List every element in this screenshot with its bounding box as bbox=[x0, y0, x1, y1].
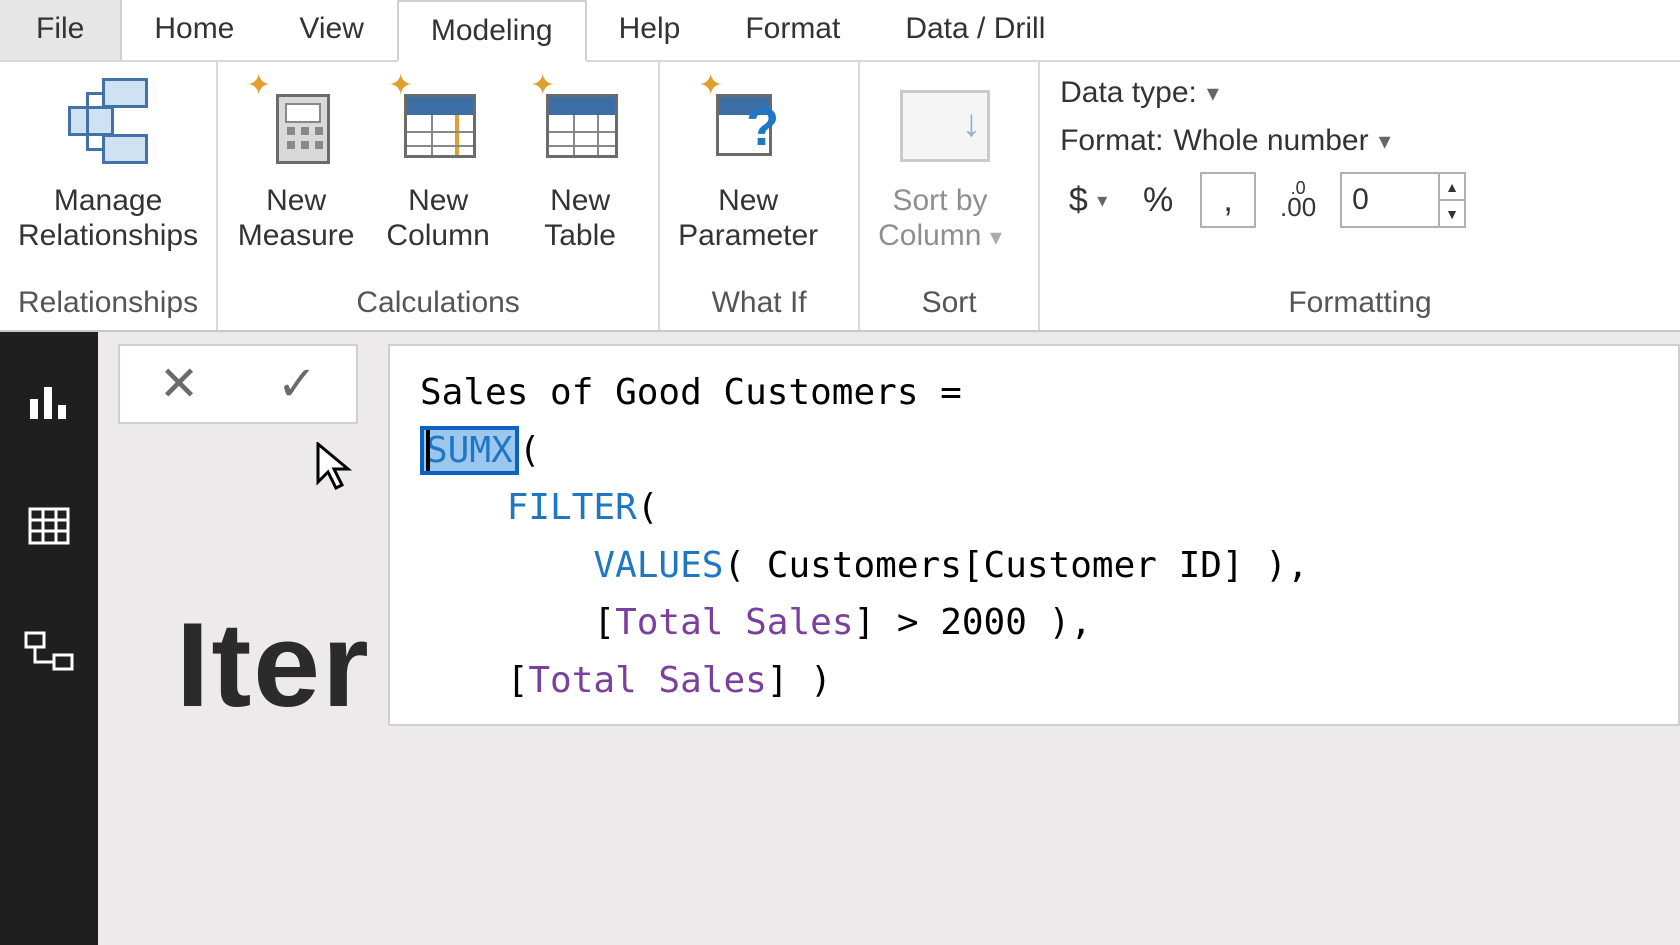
tab-home[interactable]: Home bbox=[122, 0, 267, 60]
new-parameter-button[interactable]: ? New Parameter bbox=[678, 74, 818, 253]
mouse-cursor-icon bbox=[316, 442, 352, 501]
group-formatting-label: Formatting bbox=[1040, 280, 1680, 330]
gt-text: > 2000 ), bbox=[875, 602, 1092, 643]
page-heading-fragment: Iter bbox=[176, 596, 371, 734]
tab-file[interactable]: File bbox=[0, 0, 122, 60]
new-parameter-icon: ? bbox=[698, 74, 798, 170]
decimal-places-input[interactable]: 0 bbox=[1340, 172, 1440, 228]
formula-bar[interactable]: Sales of Good Customers = SUMX( FILTER( … bbox=[388, 344, 1680, 726]
values-arg: Customers[Customer ID] ), bbox=[745, 545, 1309, 586]
formula-bar-buttons: ✕ ✓ bbox=[118, 344, 358, 424]
new-measure-icon bbox=[246, 74, 346, 170]
group-whatif: ? New Parameter What If bbox=[660, 62, 860, 330]
new-column-label: New Column bbox=[386, 184, 489, 253]
group-sort-label: Sort bbox=[860, 280, 1038, 330]
format-label: Format: bbox=[1060, 124, 1163, 158]
chevron-down-icon: ▾ bbox=[990, 224, 1002, 251]
group-whatif-label: What If bbox=[660, 280, 858, 330]
tab-format[interactable]: Format bbox=[713, 0, 873, 60]
data-type-label: Data type: bbox=[1060, 76, 1197, 110]
new-table-label: New Table bbox=[544, 184, 616, 253]
main: ✕ ✓ Sales of Good Customers = SUMX( FILT… bbox=[0, 332, 1680, 945]
new-measure-button[interactable]: New Measure bbox=[236, 74, 356, 253]
group-calculations: New Measure New Column bbox=[218, 62, 660, 330]
sort-icon: ↓ bbox=[890, 74, 990, 170]
percent-button[interactable]: % bbox=[1130, 172, 1186, 228]
decimal-places-spinner[interactable]: ▲▼ bbox=[1440, 172, 1466, 228]
tab-help[interactable]: Help bbox=[587, 0, 714, 60]
left-nav bbox=[0, 332, 98, 945]
group-sort: ↓ Sort by Column ▾ Sort bbox=[860, 62, 1040, 330]
manage-relationships-icon bbox=[58, 74, 158, 170]
cancel-button[interactable]: ✕ bbox=[120, 346, 238, 422]
filter-keyword: FILTER bbox=[507, 487, 637, 528]
tab-data-drill[interactable]: Data / Drill bbox=[873, 0, 1078, 60]
new-parameter-label: New Parameter bbox=[678, 184, 818, 253]
ribbon-tabs: File Home View Modeling Help Format Data… bbox=[0, 0, 1680, 62]
new-table-icon bbox=[530, 74, 630, 170]
measure-ref-2: Total Sales bbox=[528, 660, 766, 701]
group-relationships: Manage Relationships Relationships bbox=[0, 62, 218, 330]
new-column-icon bbox=[388, 74, 488, 170]
data-type-dropdown[interactable]: ▾ bbox=[1207, 79, 1219, 108]
manage-relationships-button[interactable]: Manage Relationships bbox=[18, 74, 198, 253]
group-relationships-label: Relationships bbox=[0, 280, 216, 330]
thousands-separator-button[interactable]: , bbox=[1200, 172, 1256, 228]
close-paren: ) bbox=[788, 660, 831, 701]
values-keyword: VALUES bbox=[593, 545, 723, 586]
new-table-button[interactable]: New Table bbox=[520, 74, 640, 253]
measure-ref-1: Total Sales bbox=[615, 602, 853, 643]
group-calculations-label: Calculations bbox=[218, 280, 658, 330]
format-dropdown[interactable]: ▾ bbox=[1379, 127, 1391, 156]
canvas: ✕ ✓ Sales of Good Customers = SUMX( FILT… bbox=[98, 332, 1680, 945]
measure-name: Sales of Good Customers bbox=[420, 372, 919, 413]
model-view-icon[interactable] bbox=[21, 624, 77, 680]
data-view-icon[interactable] bbox=[21, 498, 77, 554]
sort-by-column-button[interactable]: ↓ Sort by Column ▾ bbox=[878, 74, 1002, 253]
new-measure-label: New Measure bbox=[238, 184, 355, 253]
accept-button[interactable]: ✓ bbox=[238, 346, 356, 422]
format-value: Whole number bbox=[1173, 124, 1368, 158]
ribbon: Manage Relationships Relationships New M… bbox=[0, 62, 1680, 332]
manage-relationships-label: Manage Relationships bbox=[18, 184, 198, 253]
sort-by-column-label: Sort by Column ▾ bbox=[878, 184, 1002, 253]
selected-token: SUMX bbox=[420, 426, 519, 475]
new-column-button[interactable]: New Column bbox=[378, 74, 498, 253]
tab-view[interactable]: View bbox=[267, 0, 396, 60]
decimals-icon: .0.00 bbox=[1270, 172, 1326, 228]
currency-button[interactable]: $ ▾ bbox=[1060, 172, 1116, 228]
report-view-icon[interactable] bbox=[21, 372, 77, 428]
tab-modeling[interactable]: Modeling bbox=[397, 0, 587, 62]
group-formatting: Data type: ▾ Format: Whole number ▾ $ ▾ … bbox=[1040, 62, 1680, 330]
